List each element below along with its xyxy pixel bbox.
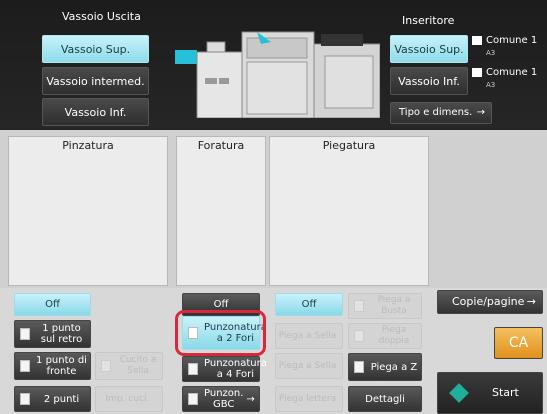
piega-doppia-label: Piega doppia: [378, 325, 410, 346]
paper-icon: [472, 67, 482, 77]
staple-two-icon: [20, 393, 30, 405]
punch-gbc-icon: [188, 393, 198, 405]
inserter-lower-button[interactable]: Vassoio Inf.: [390, 67, 468, 95]
foratura-title: Foratura: [197, 139, 245, 152]
pinzatura-1-fronte-label: 1 punto di fronte: [36, 355, 87, 377]
paper-icon: [472, 35, 482, 45]
pinzatura-panel: Pinzatura: [8, 136, 168, 286]
punch-4-icon: [188, 363, 198, 375]
piegatura-panel: Piegatura: [269, 136, 429, 286]
piega-sella-2-label: Piega a Sella: [278, 360, 337, 371]
arrow-right-icon: →: [526, 295, 536, 308]
start-icon: [449, 383, 469, 403]
inserter-upper-size: A3: [486, 49, 496, 57]
inserter-lower-size: A3: [486, 81, 496, 89]
piega-doppia-button[interactable]: Piega doppia: [348, 323, 422, 349]
finishing-options: Pinzatura Off 1 punto sul retro 1 punto …: [0, 130, 547, 414]
foratura-panel: Foratura: [176, 136, 266, 286]
ca-button[interactable]: CA: [494, 327, 543, 359]
inserter-lower-paper: Comune 1 A3: [472, 67, 537, 91]
tipo-dimens-label: Tipo e dimens.: [399, 107, 473, 118]
pinzatura-1-retro-button[interactable]: 1 punto sul retro: [14, 320, 91, 348]
piega-lettera-label: Piega lettera: [278, 393, 337, 404]
staple-back-icon: [20, 328, 30, 340]
cucito-sella-button[interactable]: Cucito a Sella: [95, 352, 163, 380]
inserter-title: Inseritore: [402, 14, 455, 27]
imp-cuci-label: Imp. cuci.: [105, 393, 150, 404]
imp-cuci-button[interactable]: Imp. cuci.: [95, 386, 163, 412]
saddle-stitch-icon: [101, 360, 111, 372]
copie-pagine-label: Copie/pagine: [452, 295, 525, 308]
output-tray-panel: Vassoio Uscita Vassoio Sup. Vassoio inte…: [0, 0, 547, 130]
pinzatura-off-button[interactable]: Off: [14, 293, 91, 316]
staple-front-icon: [20, 360, 30, 372]
inserter-upper-button[interactable]: Vassoio Sup.: [390, 35, 468, 63]
piegatura-title: Piegatura: [322, 139, 376, 152]
piega-z-button[interactable]: Piega a Z: [348, 353, 422, 381]
arrow-right-icon: →: [246, 393, 255, 405]
pinzatura-1-fronte-button[interactable]: 1 punto di fronte: [14, 352, 91, 380]
piega-sella-button[interactable]: Piega a Sella: [275, 323, 343, 349]
pinzatura-1-retro-label: 1 punto sul retro: [40, 323, 83, 345]
punzon-gbc-button[interactable]: Punzon. GBC →: [182, 386, 260, 412]
tray-upper-button[interactable]: Vassoio Sup.: [42, 35, 149, 63]
tray-lower-button[interactable]: Vassoio Inf.: [42, 98, 149, 126]
output-tray-title: Vassoio Uscita: [62, 10, 141, 23]
finisher-machine-image: [175, 31, 380, 118]
piega-lettera-button[interactable]: Piega lettera: [275, 386, 343, 412]
arrow-right-icon: →: [476, 107, 485, 118]
punzon-gbc-label: Punzon. GBC: [204, 388, 244, 410]
piega-z-label: Piega a Z: [370, 361, 418, 373]
pinzatura-title: Pinzatura: [62, 139, 114, 152]
piega-sella-label: Piega a Sella: [278, 330, 337, 341]
inserter-upper-paper: Comune 1 A3: [472, 35, 537, 59]
piega-a-button[interactable]: Piega a Busta: [348, 293, 422, 319]
start-label: Start: [492, 386, 519, 399]
z-fold-icon: [354, 361, 364, 373]
tray-middle-button[interactable]: Vassoio intermed.: [42, 67, 149, 95]
punzonatura-4-fori-button[interactable]: Punzonatura a 4 Fori: [182, 356, 267, 382]
piega-sella-2-button[interactable]: Piega a Sella: [275, 353, 343, 379]
piegatura-off-button[interactable]: Off: [275, 293, 343, 316]
inserter-lower-paper-type: Comune 1: [486, 67, 538, 78]
copie-pagine-button[interactable]: Copie/pagine →: [437, 290, 543, 314]
inserter-upper-paper-type: Comune 1: [486, 35, 538, 46]
punzonatura-4-fori-label: Punzonatura a 4 Fori: [204, 358, 267, 380]
fold-icon: [354, 300, 364, 312]
pinzatura-2-punti-button[interactable]: 2 punti: [14, 386, 91, 412]
dettagli-button[interactable]: Dettagli: [348, 386, 422, 412]
fold-icon: [354, 330, 364, 342]
start-button[interactable]: Start: [437, 372, 543, 414]
tipo-dimens-button[interactable]: Tipo e dimens. →: [390, 102, 492, 124]
piega-a-label: Piega a Busta: [377, 295, 411, 316]
highlight-frame: [175, 310, 266, 356]
pinzatura-2-punti-label: 2 punti: [43, 393, 80, 405]
cucito-sella-label: Cucito a Sella: [119, 355, 157, 376]
